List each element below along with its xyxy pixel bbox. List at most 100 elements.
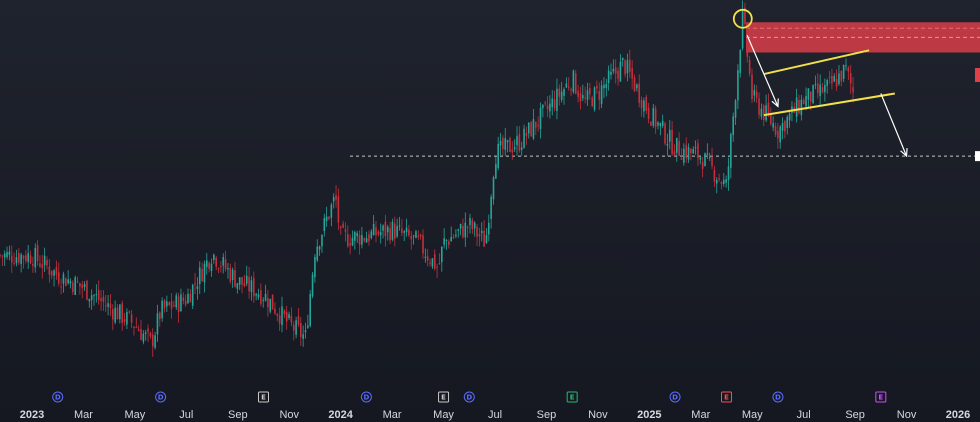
candle-body: [495, 164, 497, 179]
candle-body: [683, 148, 685, 163]
candle-body: [257, 294, 260, 298]
event-letter: E: [878, 394, 883, 402]
candle-body: [391, 221, 394, 240]
candle-body: [316, 246, 319, 261]
candle-body: [715, 180, 718, 184]
candle-body: [840, 70, 843, 82]
candle-body: [18, 252, 20, 263]
candle-body: [657, 122, 659, 126]
candle-body: [817, 83, 819, 93]
candle-body: [765, 105, 767, 121]
candle-body: [271, 294, 274, 310]
candle-body: [154, 335, 156, 348]
candle-body: [208, 262, 210, 269]
candle-body: [560, 91, 563, 100]
candle-body: [809, 91, 812, 102]
candle-body: [819, 84, 821, 96]
candle-body: [591, 97, 593, 107]
candle-body: [34, 248, 37, 268]
candle-body: [438, 263, 441, 265]
candle-body: [295, 320, 297, 335]
candle-body: [281, 306, 283, 326]
candle-body: [664, 123, 666, 144]
candle-body: [29, 255, 32, 264]
candle-body: [734, 100, 737, 118]
candle-body: [473, 222, 476, 229]
candle-body: [358, 234, 361, 245]
channel-upper-line: [763, 49, 870, 76]
candle-body: [530, 121, 532, 137]
candles-layer: [0, 0, 854, 357]
candle-body: [720, 182, 723, 185]
candle-body: [300, 322, 302, 338]
candle-body: [140, 329, 142, 340]
candle-body: [795, 97, 798, 117]
candle-body: [83, 283, 86, 288]
candle-body: [518, 134, 521, 151]
candle-body: [652, 107, 655, 126]
candle-body: [415, 231, 417, 239]
candle-body: [274, 308, 276, 314]
candle-body: [441, 246, 443, 263]
candle-body: [643, 100, 645, 112]
projection-arrow-2: [880, 93, 908, 157]
candle-body: [248, 276, 250, 292]
candle-body: [382, 225, 384, 231]
candle-body: [267, 298, 269, 308]
candle-body: [666, 143, 669, 146]
candle-body: [469, 217, 471, 226]
candle-body: [760, 108, 763, 117]
candle-body: [433, 254, 436, 269]
candle-body: [838, 73, 840, 85]
candle-body: [408, 229, 410, 236]
event-letter: D: [466, 394, 472, 402]
candle-body: [654, 108, 657, 127]
candle-body: [311, 274, 314, 297]
candle-body: [159, 312, 161, 320]
candle-body: [617, 70, 619, 79]
candle-body: [184, 300, 187, 305]
candle-body: [321, 235, 323, 247]
candle-body: [849, 72, 852, 84]
candle-body: [499, 140, 502, 146]
candle-body: [431, 258, 434, 267]
candle-body: [15, 257, 18, 264]
x-tick-label: 2023: [20, 409, 44, 421]
event-marker: E: [258, 391, 269, 403]
candle-body: [403, 231, 405, 233]
candle-body: [151, 334, 154, 347]
events-layer: DDEDEDEDEDE: [52, 391, 887, 403]
candle-body: [711, 157, 713, 166]
candle-body: [278, 315, 281, 324]
event-marker: D: [463, 391, 475, 403]
event-marker: D: [360, 391, 372, 403]
candle-body: [292, 324, 295, 331]
candle-body: [556, 88, 558, 111]
candle-body: [177, 296, 180, 313]
candle-body: [466, 226, 469, 228]
candle-body: [328, 216, 330, 219]
x-tick-label: May: [124, 409, 145, 421]
candle-body: [800, 99, 803, 116]
price-chart[interactable]: D D E D E D E D E D E 2023 Mar May Jul Sep Nov 2024 Mar Ma…: [0, 0, 980, 422]
candle-body: [443, 238, 445, 245]
candle-body: [549, 103, 551, 112]
candle-body: [629, 59, 631, 72]
candle-body: [725, 179, 727, 183]
candle-body: [777, 130, 779, 139]
candle-body: [356, 233, 358, 237]
x-tick-label: Jul: [179, 409, 193, 421]
candle-body: [455, 234, 457, 237]
event-marker: E: [721, 391, 732, 403]
candle-body: [718, 178, 720, 180]
x-tick-label: Sep: [845, 409, 865, 421]
candle-body: [579, 93, 582, 102]
candle-body: [354, 231, 356, 241]
candle-body: [673, 151, 676, 156]
candle-body: [104, 305, 107, 307]
candle-body: [60, 286, 62, 288]
candle-body: [288, 314, 290, 319]
candle-body: [805, 95, 807, 107]
candle-body: [746, 27, 749, 57]
candle-body: [741, 9, 744, 49]
